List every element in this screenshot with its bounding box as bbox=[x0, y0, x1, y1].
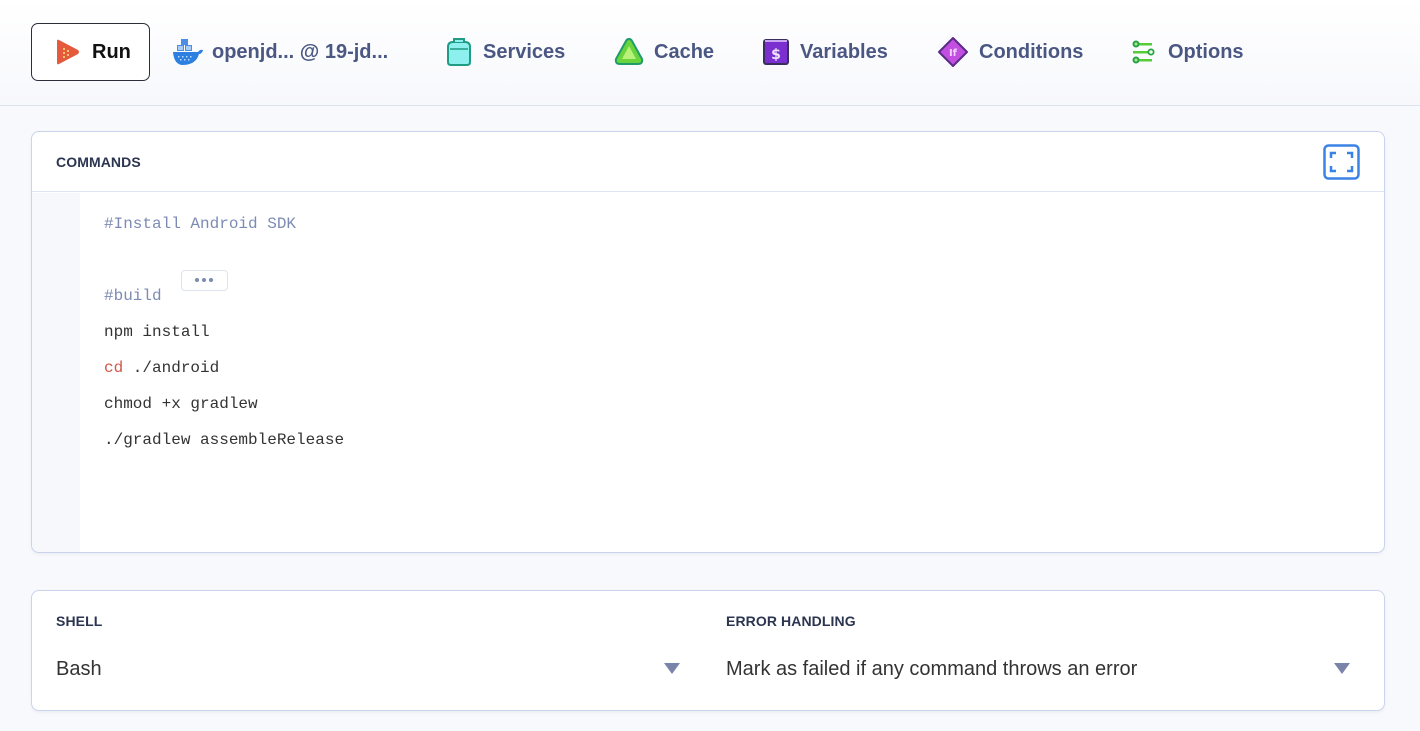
chevron-down-icon bbox=[664, 663, 680, 674]
tab-options[interactable]: Options bbox=[1130, 36, 1244, 68]
fullscreen-icon bbox=[1323, 144, 1360, 180]
svg-text:$: $ bbox=[771, 47, 781, 63]
tab-services-label: Services bbox=[483, 40, 566, 63]
tab-cache-label: Cache bbox=[654, 40, 715, 63]
settings-panel: SHELL Bash ERROR HANDLING Mark as failed… bbox=[31, 590, 1385, 711]
tab-options-label: Options bbox=[1168, 40, 1244, 63]
run-button[interactable]: Run bbox=[31, 23, 150, 81]
shell-field: SHELL Bash bbox=[56, 591, 696, 710]
code-keyword: cd bbox=[104, 359, 124, 377]
conditions-if-icon: If bbox=[938, 37, 968, 67]
tab-variables[interactable]: $ Variables bbox=[762, 36, 888, 68]
docker-whale-icon bbox=[173, 39, 203, 65]
cache-triangle-icon bbox=[614, 37, 644, 65]
code-text: ./android bbox=[123, 359, 220, 377]
code-line bbox=[104, 251, 344, 291]
tab-environment[interactable]: openjd... @ 19-jd... bbox=[172, 36, 388, 68]
code-line: #Install Android SDK bbox=[104, 215, 297, 233]
error-handling-value: Mark as failed if any command throws an … bbox=[726, 657, 1138, 680]
code-line: npm install bbox=[104, 323, 210, 341]
error-handling-label: ERROR HANDLING bbox=[726, 613, 856, 629]
shell-value: Bash bbox=[56, 657, 102, 680]
code-line: cd ./android bbox=[104, 359, 344, 395]
expand-folded-code-button[interactable] bbox=[180, 269, 228, 291]
code-line: ./gradlew assembleRelease bbox=[104, 431, 345, 449]
editor-gutter bbox=[32, 193, 80, 552]
expand-editor-button[interactable] bbox=[1323, 144, 1360, 180]
tab-conditions[interactable]: If Conditions bbox=[937, 36, 1083, 68]
commands-header: COMMANDS bbox=[32, 132, 1384, 192]
play-icon bbox=[57, 39, 79, 65]
options-sliders-icon bbox=[1132, 40, 1155, 64]
error-handling-select[interactable]: Mark as failed if any command throws an … bbox=[726, 653, 1350, 685]
code-line: chmod +x gradlew bbox=[104, 395, 258, 413]
run-label: Run bbox=[92, 40, 131, 63]
svg-text:If: If bbox=[949, 48, 958, 59]
commands-title: COMMANDS bbox=[56, 154, 141, 170]
shell-select[interactable]: Bash bbox=[56, 653, 680, 685]
tab-variables-label: Variables bbox=[800, 40, 888, 63]
tab-conditions-label: Conditions bbox=[979, 40, 1084, 63]
toolbar: Run openjd... @ 19-jd... Services Cache bbox=[0, 0, 1420, 106]
services-box-icon bbox=[447, 38, 471, 66]
error-handling-field: ERROR HANDLING Mark as failed if any com… bbox=[726, 591, 1366, 710]
variables-dollar-icon: $ bbox=[763, 39, 789, 65]
chevron-down-icon bbox=[1334, 663, 1350, 674]
tab-environment-label: openjd... @ 19-jd... bbox=[212, 40, 389, 63]
tab-cache[interactable]: Cache bbox=[614, 36, 714, 68]
commands-panel: COMMANDS #Install Android SDK #build npm… bbox=[31, 131, 1385, 553]
tab-services[interactable]: Services bbox=[445, 36, 565, 68]
code-editor[interactable]: #Install Android SDK #build npm install … bbox=[32, 193, 1384, 552]
shell-label: SHELL bbox=[56, 613, 103, 629]
code-lines: #Install Android SDK #build npm install … bbox=[104, 215, 344, 467]
